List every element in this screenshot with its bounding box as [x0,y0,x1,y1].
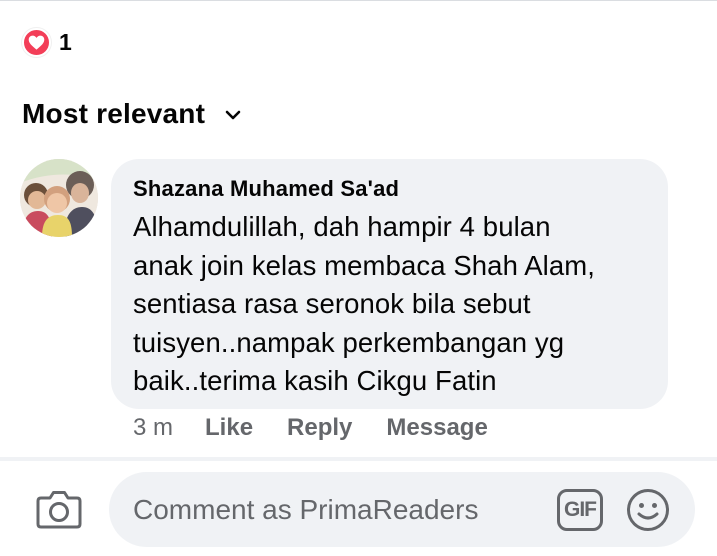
comment-text-line: Alhamdulillah, dah hampir 4 bulan [133,211,551,242]
comment-text: Alhamdulillah, dah hampir 4 bulan anak j… [133,208,644,401]
chevron-down-icon [225,107,241,125]
reaction-summary[interactable]: 1 [22,28,72,57]
like-button[interactable]: Like [205,414,253,442]
comment-input[interactable] [109,472,695,547]
sort-dropdown[interactable]: Most relevant [22,98,241,130]
gif-button[interactable]: GIF [557,489,603,531]
sort-label: Most relevant [22,98,206,129]
avatar[interactable] [20,159,98,237]
smiley-icon[interactable] [626,488,670,532]
reaction-count: 1 [59,29,72,55]
comment-timestamp[interactable]: 3 m [133,414,173,442]
section-divider [0,457,717,461]
comment-text-line: tuisyen..nampak perkembangan yg [133,326,565,358]
comment-text-line: sentiasa rasa seronok bila sebut [133,288,531,319]
comment-actions: 3 m Like Reply Message [133,414,522,442]
comment-text-line: anak join kelas membaca Shah Alam, [133,249,595,281]
message-button[interactable]: Message [386,414,487,442]
heart-icon [22,28,51,57]
camera-icon[interactable] [36,489,82,529]
reply-button[interactable]: Reply [287,414,352,442]
comment-author[interactable]: Shazana Muhamed Sa'ad [133,176,644,202]
comment-bubble: Shazana Muhamed Sa'ad Alhamdulillah, dah… [111,159,668,409]
comment-text-line: baik..terima kasih Cikgu Fatin [133,365,497,396]
top-divider [0,0,717,1]
